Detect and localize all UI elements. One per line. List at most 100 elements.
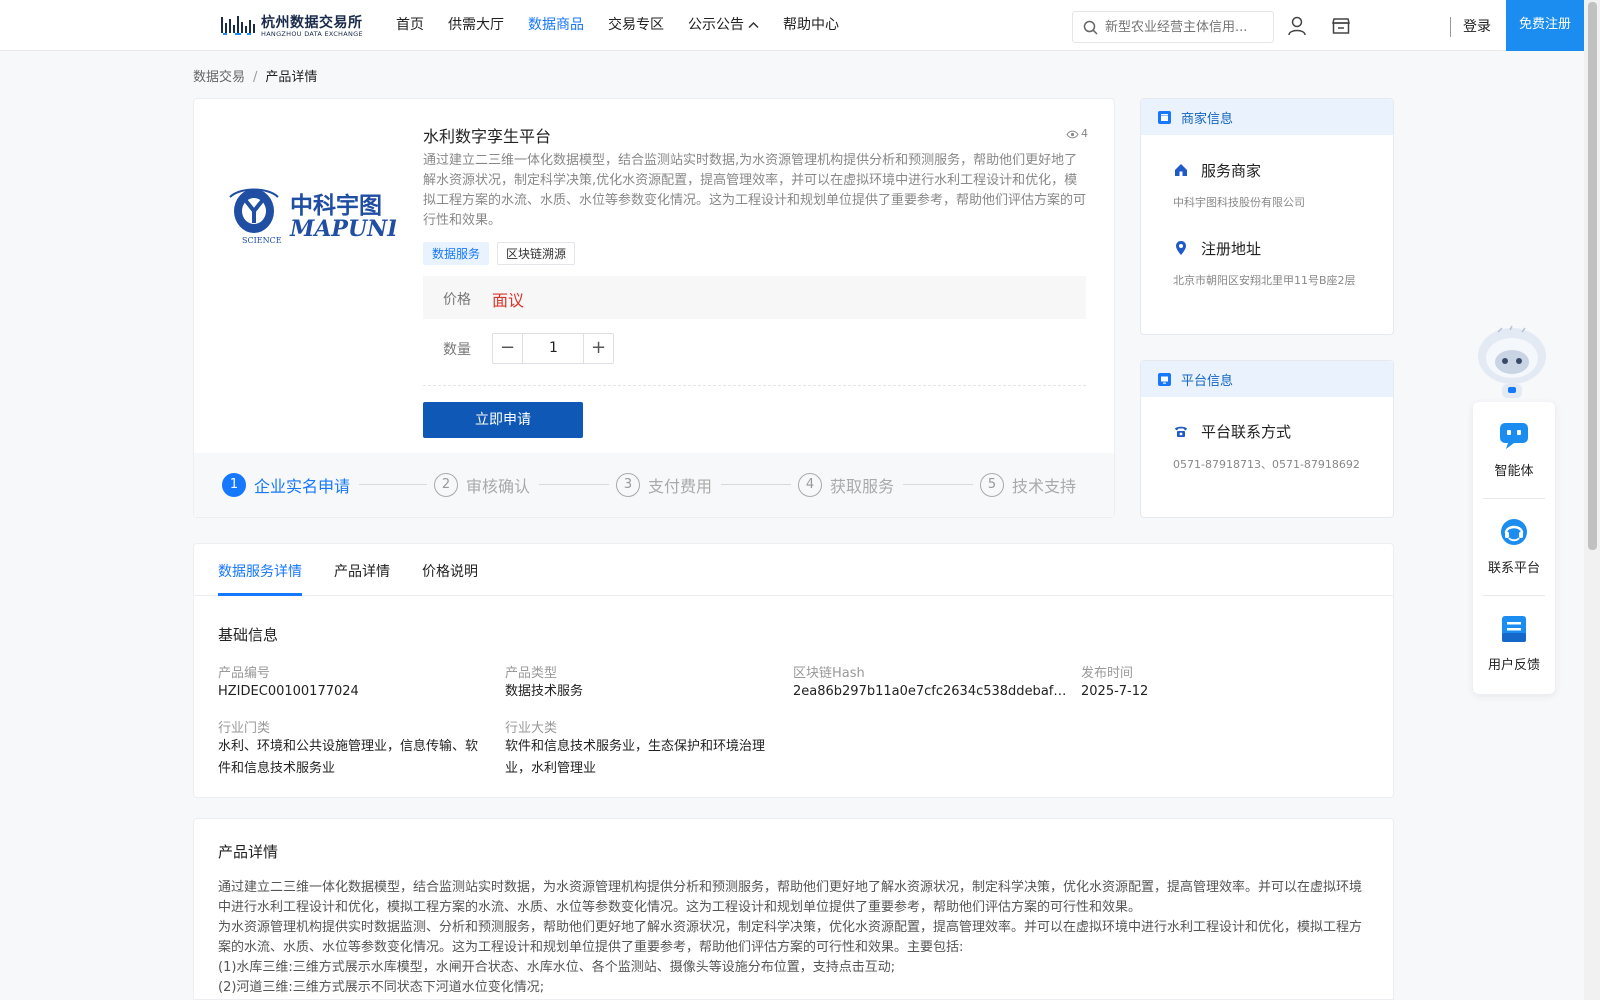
top-header: 杭州数据交易所 HANGZHOU DATA EXCHANGE 首页 供需大厅 数… (0, 0, 1584, 51)
feedback-button[interactable]: 用户反馈 (1473, 596, 1555, 692)
eye-icon (1066, 130, 1079, 139)
quantity-stepper: − 1 + (492, 333, 614, 364)
detail-tabs: 数据服务详情 产品详情 价格说明 (194, 544, 1393, 596)
step-2: 2 审核确认 (434, 472, 530, 498)
merchant-logo-en: MAPUNI (289, 216, 396, 242)
user-icon[interactable] (1286, 15, 1308, 37)
nav-trading-zone[interactable]: 交易专区 (608, 0, 664, 50)
step-connector (359, 484, 427, 485)
nav-announcements[interactable]: 公示公告 (688, 0, 759, 50)
process-steps: 1 企业实名申请 2 审核确认 3 支付费用 4 获取服务 5 技术支持 (194, 453, 1114, 517)
step-number: 3 (616, 473, 640, 497)
step-4: 4 获取服务 (798, 472, 894, 498)
feedback-icon (1502, 616, 1526, 642)
field-label-industry-category: 行业门类 (218, 721, 271, 736)
platform-contact-value: 0571-87918713、0571-87918692 (1173, 458, 1360, 471)
platform-contact-label: 平台联系方式 (1173, 421, 1291, 442)
logo-text-cn: 杭州数据交易所 (261, 15, 363, 31)
search-box[interactable] (1072, 11, 1274, 43)
field-label-blockchain-hash: 区块链Hash (793, 666, 865, 681)
shop-icon[interactable] (1330, 15, 1352, 37)
search-input[interactable] (1103, 12, 1269, 42)
step-5: 5 技术支持 (980, 472, 1076, 498)
price-value: 面议 (492, 291, 525, 310)
step-number: 5 (980, 473, 1004, 497)
assistant-robot-icon[interactable] (1470, 324, 1554, 404)
field-value-publish-time: 2025-7-12 (1081, 684, 1149, 699)
nav-help-center-label: 帮助中心 (783, 17, 839, 33)
login-link[interactable]: 登录 (1463, 16, 1491, 36)
decrement-button[interactable]: − (493, 334, 523, 363)
step-connector (721, 484, 791, 485)
view-count-value: 4 (1081, 127, 1088, 140)
merchant-info-header: 商家信息 (1141, 99, 1393, 135)
basic-info-title: 基础信息 (218, 626, 279, 644)
field-label-product-type: 产品类型 (505, 666, 558, 681)
tab-product-detail[interactable]: 产品详情 (334, 561, 390, 581)
logo-mark-icon (221, 16, 255, 35)
step-number: 4 (798, 473, 822, 497)
active-tab-indicator (218, 593, 302, 596)
nav-data-products[interactable]: 数据商品 (528, 0, 584, 50)
feedback-label: 用户反馈 (1487, 658, 1540, 673)
product-detail-paragraph: (2)河道三维:三维方式展示不同状态下河道水位变化情况; (218, 980, 545, 995)
registered-address-label: 注册地址 (1173, 238, 1261, 259)
register-button[interactable]: 免费注册 (1506, 0, 1584, 51)
product-tags: 数据服务 区块链溯源 (423, 242, 583, 265)
headset-icon (1501, 519, 1527, 545)
field-value-blockchain-hash: 2ea86b297b11a0e7cfc2634c538ddebaf97... (793, 684, 1071, 699)
phone-icon (1175, 426, 1187, 437)
step-label: 审核确认 (466, 477, 531, 496)
nav-home[interactable]: 首页 (396, 0, 424, 50)
product-detail-text: 通过建立二三维一体化数据模型，结合监测站实时数据，为水资源管理机构提供分析和预测… (218, 878, 1372, 998)
quantity-input[interactable]: 1 (524, 334, 583, 363)
step-connector (539, 484, 609, 485)
field-label-publish-time: 发布时间 (1081, 666, 1134, 681)
agent-button[interactable]: 智能体 (1473, 402, 1555, 498)
breadcrumb-current: 产品详情 (265, 70, 318, 85)
platform-info-title: 平台信息 (1181, 374, 1234, 389)
platform-contact-title: 平台联系方式 (1201, 423, 1292, 441)
nav-supply-demand[interactable]: 供需大厅 (448, 0, 504, 50)
service-merchant-label: 服务商家 (1173, 160, 1261, 181)
merchant-info-title: 商家信息 (1181, 112, 1234, 127)
floating-service-panel: 智能体 联系平台 用户反馈 (1473, 402, 1555, 694)
increment-button[interactable]: + (583, 334, 613, 363)
page-scrollbar[interactable] (1584, 0, 1600, 1000)
tab-service-detail[interactable]: 数据服务详情 (218, 561, 302, 581)
step-1: 1 企业实名申请 (222, 472, 350, 498)
service-detail-card: 数据服务详情 产品详情 价格说明 基础信息 产品编号 HZIDEC0010017… (193, 543, 1394, 798)
breadcrumb-root[interactable]: 数据交易 (193, 70, 245, 85)
nav-help-center[interactable]: 帮助中心 (783, 0, 839, 50)
price-label: 价格 (443, 292, 471, 308)
nav-home-label: 首页 (396, 17, 424, 33)
header-divider (1450, 17, 1451, 37)
product-detail-paragraph: 通过建立二三维一体化数据模型，结合监测站实时数据，为水资源管理机构提供分析和预测… (218, 880, 1363, 915)
step-label: 支付费用 (648, 477, 713, 496)
contact-platform-button[interactable]: 联系平台 (1473, 499, 1555, 595)
product-detail-paragraph: (1)水库三维:三维方式展示水库模型，水闸开合状态、水库水位、各个监测站、摄像头… (218, 960, 896, 975)
home-icon (1175, 164, 1187, 176)
nav-supply-demand-label: 供需大厅 (448, 17, 504, 33)
service-merchant-value: 中科宇图科技股份有限公司 (1173, 196, 1305, 209)
field-value-industry-major: 软件和信息技术服务业，生态保护和环境治理业，水利管理业 (505, 739, 766, 776)
main-nav: 首页 供需大厅 数据商品 交易专区 公示公告 帮助中心 (396, 0, 863, 50)
scrollbar-thumb[interactable] (1588, 2, 1597, 550)
monitor-icon (1158, 373, 1171, 386)
nav-trading-zone-label: 交易专区 (608, 17, 664, 33)
apply-button[interactable]: 立即申请 (423, 402, 583, 438)
price-box: 价格 面议 (423, 276, 1086, 319)
product-card: SCIENCE 中科宇图 MAPUNI 水利数字孪生平台 4 通过建立二三维一体… (193, 98, 1115, 518)
tab-price-description[interactable]: 价格说明 (422, 561, 478, 581)
chevron-up-icon (748, 1, 759, 51)
breadcrumb-separator: / (253, 70, 258, 85)
merchant-info-card: 商家信息 服务商家 中科宇图科技股份有限公司 注册地址 北京市朝阳区安翔北里甲1… (1140, 98, 1394, 335)
step-number: 1 (222, 473, 246, 497)
step-connector (903, 484, 973, 485)
view-count: 4 (1066, 127, 1088, 140)
step-label: 企业实名申请 (254, 477, 351, 496)
site-logo[interactable]: 杭州数据交易所 HANGZHOU DATA EXCHANGE (221, 11, 381, 39)
divider (423, 385, 1086, 386)
platform-info-header: 平台信息 (1141, 361, 1393, 397)
tag-data-service: 数据服务 (423, 242, 490, 265)
